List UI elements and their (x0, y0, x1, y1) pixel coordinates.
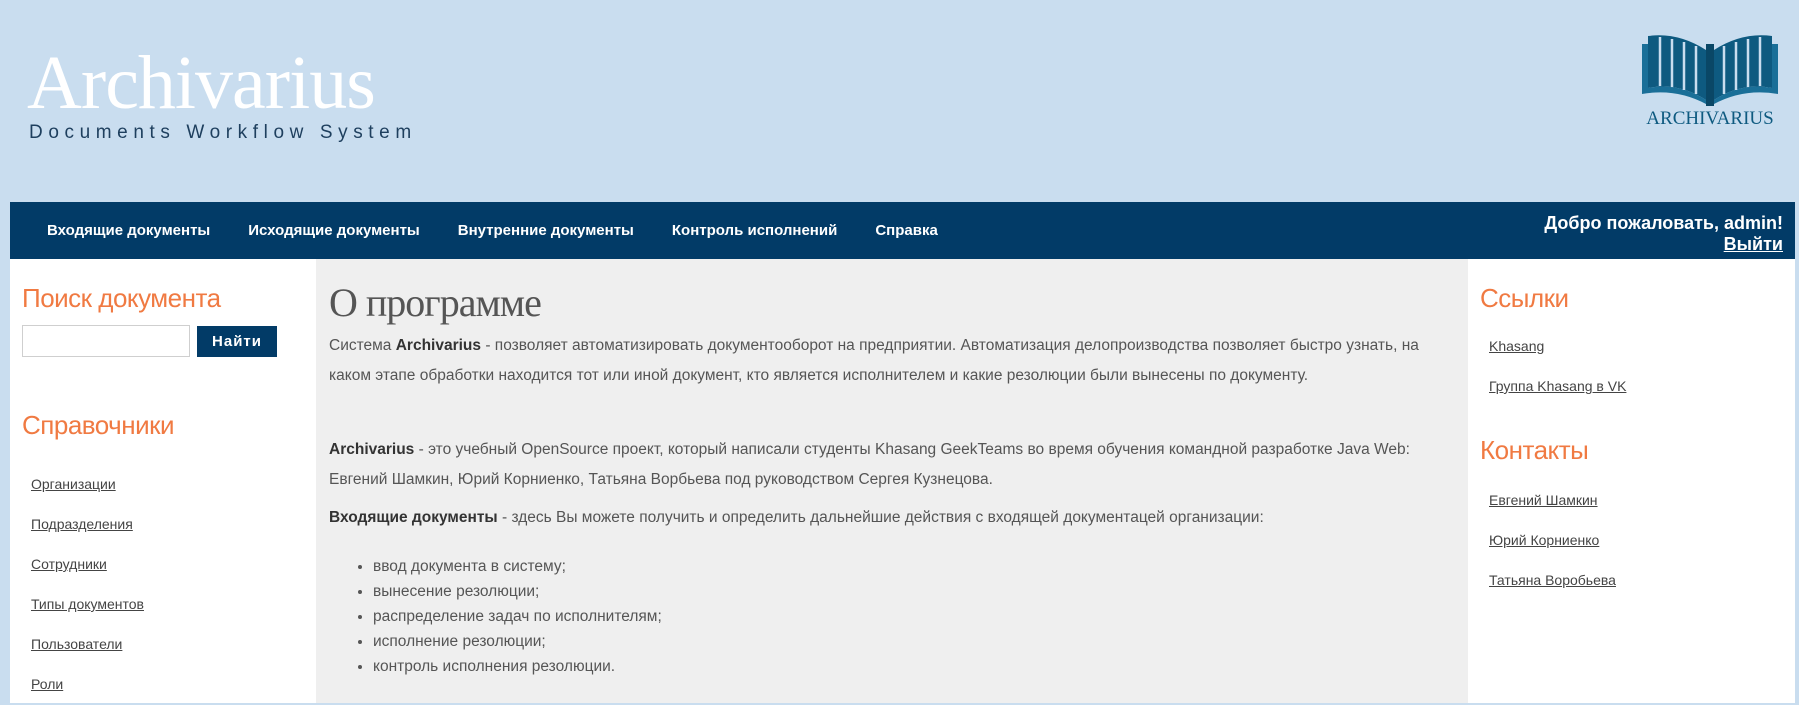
search-input[interactable] (22, 325, 190, 357)
list-item: Юрий Корниенко (1489, 520, 1616, 560)
contacts-heading: Контакты (1480, 435, 1589, 465)
list-item: Типы документов (31, 584, 144, 624)
site-subtitle: Documents Workflow System (29, 122, 417, 143)
list-item: исполнение резолюции; (373, 629, 662, 654)
site-title[interactable]: Archivarius (27, 40, 376, 126)
right-sidebar: Ссылки Khasang Группа Khasang в VK Конта… (1468, 259, 1795, 703)
ref-link-users[interactable]: Пользователи (31, 636, 122, 652)
contact-link-vorobieva[interactable]: Татьяна Воробьева (1489, 572, 1616, 588)
incoming-paragraph: Входящие документы - здесь Вы можете пол… (329, 503, 1454, 533)
main-content: О программе Система Archivarius - позвол… (316, 259, 1468, 703)
ref-link-employees[interactable]: Сотрудники (31, 556, 107, 572)
references-heading: Справочники (22, 410, 175, 440)
links-heading: Ссылки (1480, 283, 1569, 313)
nav-menu: Входящие документы Исходящие документы В… (10, 202, 957, 259)
list-item: Роли (31, 664, 144, 704)
logout-link[interactable]: Выйти (1724, 234, 1783, 254)
open-book-icon (1642, 35, 1778, 106)
paragraph-text: - позволяет автоматизировать документооб… (329, 337, 1419, 384)
list-item: Подразделения (31, 504, 144, 544)
logo-caption: ARCHIVARIUS (1646, 108, 1774, 129)
list-item: Сотрудники (31, 544, 144, 584)
contacts-list: Евгений Шамкин Юрий Корниенко Татьяна Во… (1489, 480, 1616, 600)
link-khasang[interactable]: Khasang (1489, 338, 1544, 354)
incoming-features-list: ввод документа в систему; вынесение резо… (373, 554, 662, 679)
left-sidebar: Поиск документа Найти Справочники Органи… (10, 259, 316, 703)
paragraph-text: - здесь Вы можете получить и определить … (497, 509, 1264, 526)
nav-item-help[interactable]: Справка (856, 202, 956, 259)
nav-item-control[interactable]: Контроль исполнений (653, 202, 856, 259)
project-paragraph: Archivarius - это учебный OpenSource про… (329, 435, 1454, 495)
search-button[interactable]: Найти (197, 326, 277, 357)
list-item: Организации (31, 464, 144, 504)
paragraph-bold: Archivarius (329, 441, 415, 458)
list-item: вынесение резолюции; (373, 579, 662, 604)
paragraph-prefix: Система (329, 337, 396, 354)
main-navbar: Входящие документы Исходящие документы В… (10, 202, 1795, 259)
list-item: ввод документа в систему; (373, 554, 662, 579)
nav-item-outgoing[interactable]: Исходящие документы (229, 202, 439, 259)
references-list: Организации Подразделения Сотрудники Тип… (31, 464, 144, 704)
link-khasang-vk[interactable]: Группа Khasang в VK (1489, 378, 1626, 394)
site-header: Archivarius Documents Workflow System AR… (0, 0, 1799, 202)
search-heading: Поиск документа (22, 283, 221, 313)
paragraph-bold: Archivarius (395, 337, 482, 354)
list-item: контроль исполнения резолюции. (373, 654, 662, 679)
list-item: распределение задач по исполнителям; (373, 604, 662, 629)
site-logo[interactable]: ARCHIVARIUS (1640, 24, 1780, 134)
paragraph-text: - это учебный OpenSource проект, который… (329, 441, 1410, 488)
ref-link-organizations[interactable]: Организации (31, 476, 116, 492)
ref-link-roles[interactable]: Роли (31, 676, 63, 692)
list-item: Khasang (1489, 326, 1626, 366)
list-item: Евгений Шамкин (1489, 480, 1616, 520)
nav-item-incoming[interactable]: Входящие документы (10, 202, 229, 259)
contact-link-kornienko[interactable]: Юрий Корниенко (1489, 532, 1599, 548)
welcome-text: Добро пожаловать, admin! (1544, 213, 1783, 233)
about-paragraph: Система Archivarius - позволяет автомати… (329, 331, 1454, 391)
links-list: Khasang Группа Khasang в VK (1489, 326, 1626, 406)
ref-link-document-types[interactable]: Типы документов (31, 596, 144, 612)
page-title: О программе (329, 280, 542, 325)
contact-link-shamkin[interactable]: Евгений Шамкин (1489, 492, 1598, 508)
ref-link-departments[interactable]: Подразделения (31, 516, 133, 532)
list-item: Группа Khasang в VK (1489, 366, 1626, 406)
paragraph-bold: Входящие документы (329, 509, 498, 526)
user-welcome: Добро пожаловать, admin! Выйти (1544, 213, 1783, 255)
list-item: Пользователи (31, 624, 144, 664)
nav-item-internal[interactable]: Внутренние документы (439, 202, 653, 259)
list-item: Татьяна Воробьева (1489, 560, 1616, 600)
